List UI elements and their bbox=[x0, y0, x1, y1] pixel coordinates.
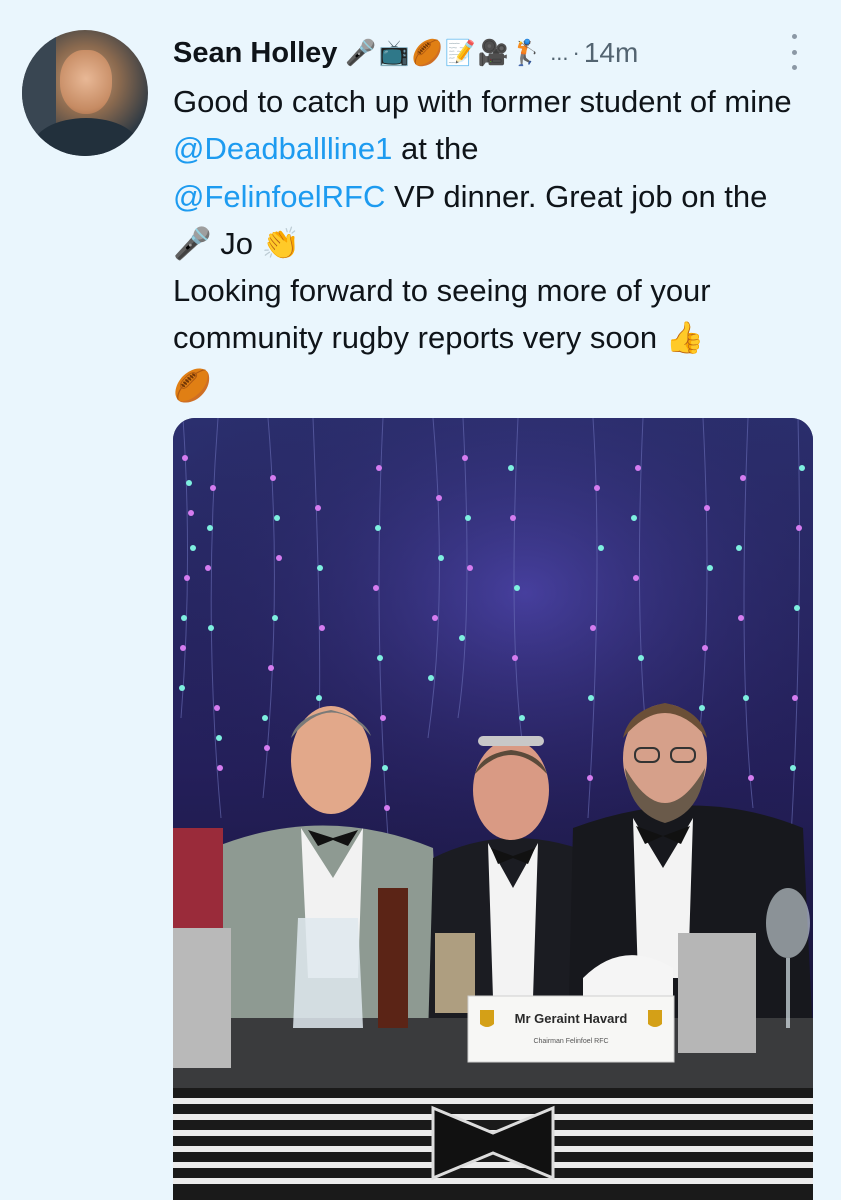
name-card: Mr Geraint Havard Chairman Felinfoel RFC bbox=[467, 995, 675, 1063]
tweet[interactable]: Sean Holley 🎤📺🏉📝🎥🏌 ... · 14m Good to cat… bbox=[0, 0, 841, 1200]
thumbs-up-emoji: 👍 bbox=[665, 320, 705, 356]
tweet-text-part: Jo bbox=[220, 225, 253, 261]
tweet-text-part: Good to catch up with former student of … bbox=[173, 84, 792, 119]
timestamp[interactable]: 14m bbox=[584, 37, 638, 69]
clapping-emoji: 👏 bbox=[261, 225, 301, 261]
author-name-emojis: 🎤📺🏉📝🎥🏌 bbox=[345, 38, 545, 67]
avatar-face bbox=[60, 50, 112, 114]
tweet-header: Sean Holley 🎤📺🏉📝🎥🏌 ... · 14m bbox=[173, 30, 823, 76]
author-name[interactable]: Sean Holley bbox=[173, 37, 337, 70]
mention-felinfoelrfc[interactable]: @FelinfoelRFC bbox=[173, 179, 385, 214]
tweet-text-part: Looking forward to seeing more of your c… bbox=[173, 273, 711, 356]
photo-illustration: Mr Geraint Havard Chairman Felinfoel RFC bbox=[173, 418, 813, 1200]
tweet-text: Good to catch up with former student of … bbox=[173, 78, 813, 409]
tweet-text-part: at the bbox=[400, 131, 479, 167]
tweet-photo[interactable]: Mr Geraint Havard Chairman Felinfoel RFC bbox=[173, 418, 813, 1200]
avatar[interactable] bbox=[22, 30, 148, 156]
rugby-ball-emoji: 🏉 bbox=[173, 367, 212, 403]
separator-dot: · bbox=[572, 40, 580, 65]
more-options-icon[interactable] bbox=[788, 34, 800, 70]
name-card-subtitle: Chairman Felinfoel RFC bbox=[533, 1038, 608, 1045]
mention-deadballline1[interactable]: @Deadballline1 bbox=[173, 131, 392, 166]
name-card-title: Mr Geraint Havard bbox=[515, 1011, 628, 1026]
name-truncation: ... bbox=[550, 40, 569, 65]
tweet-text-part: VP dinner. Great job on the bbox=[393, 178, 768, 214]
microphone-emoji: 🎤 bbox=[173, 225, 212, 261]
